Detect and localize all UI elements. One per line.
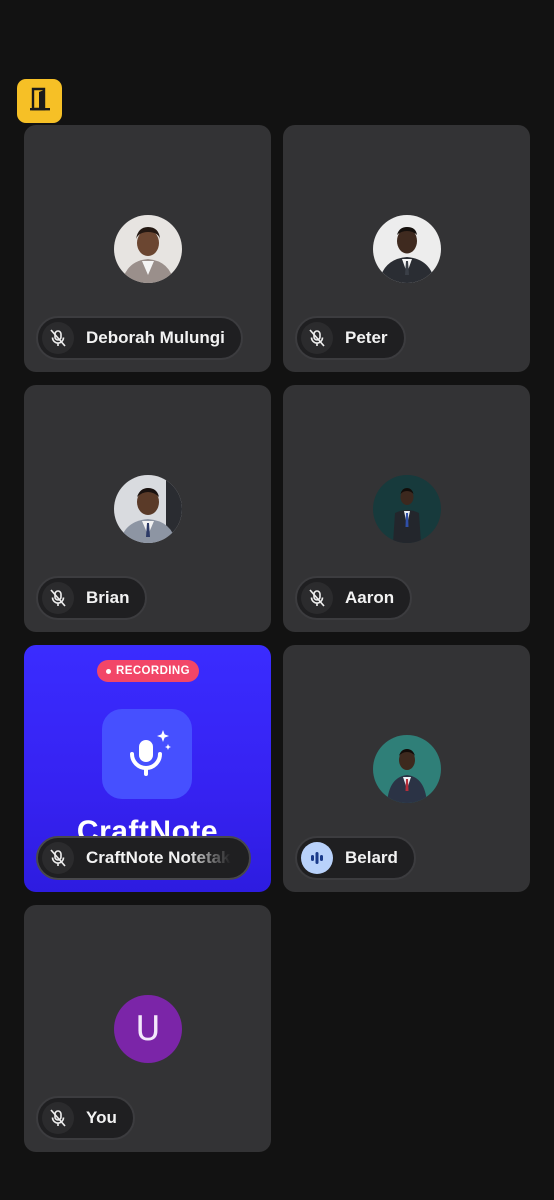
participant-tile-aaron[interactable]: Aaron: [283, 385, 530, 632]
avatar: [373, 735, 441, 803]
participant-name: Brian: [86, 588, 130, 607]
participant-tile-craftnote[interactable]: RECORDING CraftNote CraftNote Notetak: [24, 645, 271, 892]
name-pill: Belard: [295, 836, 416, 880]
recording-label: RECORDING: [116, 665, 190, 677]
door-exit-icon: [29, 87, 51, 116]
recording-badge: RECORDING: [97, 660, 199, 682]
participant-name: Belard: [345, 848, 398, 867]
avatar: [114, 475, 182, 543]
avatar: [114, 215, 182, 283]
mic-off-icon[interactable]: [42, 842, 74, 874]
participant-tile-deborah[interactable]: Deborah Mulungi: [24, 125, 271, 372]
participant-tile-belard[interactable]: Belard: [283, 645, 530, 892]
name-pill: Deborah Mulungi: [36, 316, 243, 360]
recording-dot-icon: [106, 668, 112, 674]
participant-tile-you[interactable]: U You: [24, 905, 271, 1152]
mic-off-icon[interactable]: [42, 582, 74, 614]
mic-off-icon[interactable]: [42, 322, 74, 354]
participant-name: Aaron: [345, 588, 395, 607]
participant-tile-peter[interactable]: Peter: [283, 125, 530, 372]
avatar: [373, 475, 441, 543]
avatar: U: [114, 995, 182, 1063]
participant-name: CraftNote Notetak: [86, 848, 231, 867]
mic-off-icon[interactable]: [301, 582, 333, 614]
participant-name: Peter: [345, 328, 388, 347]
audio-level-icon[interactable]: [301, 842, 333, 874]
participant-name: You: [86, 1108, 117, 1127]
avatar: [373, 215, 441, 283]
mic-off-icon[interactable]: [42, 1102, 74, 1134]
name-pill: Brian: [36, 576, 148, 620]
name-pill: Peter: [295, 316, 406, 360]
mic-off-icon[interactable]: [301, 322, 333, 354]
leave-call-button[interactable]: [17, 79, 62, 123]
name-pill: Aaron: [295, 576, 413, 620]
participant-tile-brian[interactable]: Brian: [24, 385, 271, 632]
name-pill: CraftNote Notetak: [36, 836, 251, 880]
participant-name: Deborah Mulungi: [86, 328, 225, 347]
name-pill: You: [36, 1096, 135, 1140]
craftnote-logo: [102, 709, 192, 799]
